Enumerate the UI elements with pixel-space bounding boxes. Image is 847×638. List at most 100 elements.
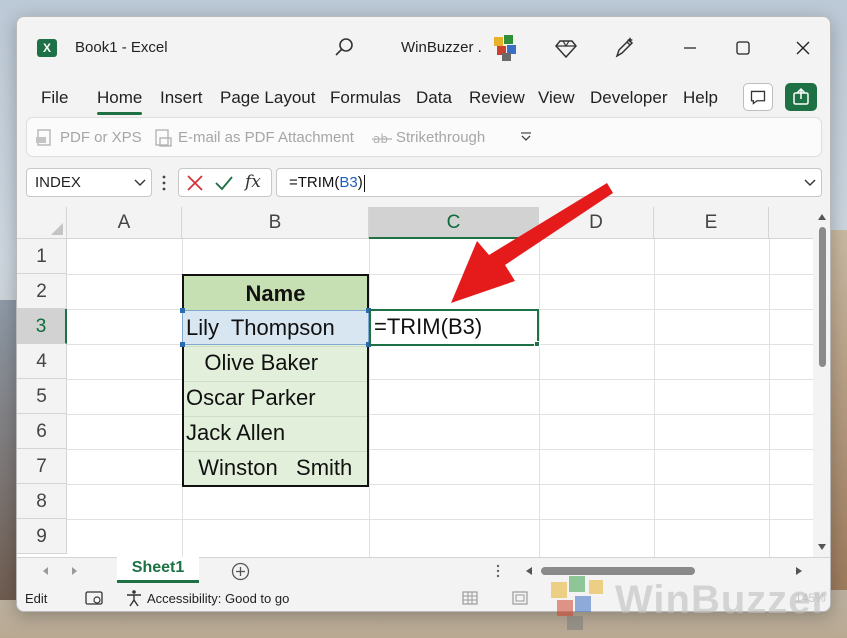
vertical-scrollbar[interactable]	[813, 207, 830, 557]
name-header-cell[interactable]: Name	[184, 276, 367, 311]
cell-b5[interactable]: Oscar Parker	[186, 380, 316, 415]
vertical-scroll-thumb[interactable]	[819, 227, 826, 367]
row-header-4[interactable]: 4	[17, 344, 67, 379]
pdf-icon	[36, 129, 51, 146]
menu-insert[interactable]: Insert	[160, 88, 203, 108]
more-vertical-icon[interactable]	[495, 564, 501, 578]
email-pdf-button[interactable]: E-mail as PDF Attachment	[178, 129, 354, 146]
share-button[interactable]	[785, 83, 817, 111]
account-name[interactable]: WinBuzzer .	[401, 39, 482, 56]
cell-b6[interactable]: Jack Allen	[186, 415, 285, 450]
minimize-button[interactable]	[675, 33, 705, 63]
macro-record-icon[interactable]	[85, 589, 103, 607]
email-pdf-icon	[155, 129, 172, 147]
window-title: Book1 - Excel	[75, 39, 168, 56]
column-header-b[interactable]: B	[182, 207, 369, 239]
close-button[interactable]	[788, 33, 818, 63]
insert-function-button[interactable]: fx	[245, 172, 261, 192]
row-header-5[interactable]: 5	[17, 379, 67, 414]
menu-help[interactable]: Help	[683, 88, 718, 108]
menu-review[interactable]: Review	[469, 88, 525, 108]
chevron-down-icon[interactable]	[133, 177, 147, 189]
formula-function: =TRIM(	[289, 174, 340, 191]
scroll-right-icon[interactable]	[795, 566, 803, 576]
annotation-arrow-icon	[451, 183, 613, 303]
column-header-f[interactable]	[769, 207, 813, 239]
scroll-up-icon[interactable]	[817, 213, 827, 221]
cancel-entry-icon[interactable]	[186, 174, 204, 192]
confirm-entry-icon[interactable]	[214, 174, 234, 192]
search-icon[interactable]	[333, 37, 355, 59]
gridline	[67, 379, 813, 380]
scroll-left-icon[interactable]	[525, 566, 533, 576]
desktop-background-right	[829, 230, 847, 590]
normal-view-icon[interactable]	[461, 589, 479, 607]
row-header-1[interactable]: 1	[17, 239, 67, 274]
strikethrough-icon: ab	[372, 132, 392, 146]
formula-text: =TRIM(B3)	[289, 174, 365, 192]
menu-file[interactable]: File	[41, 88, 68, 108]
cell-b3[interactable]: Lily Thompson	[186, 310, 335, 345]
gridline	[67, 484, 813, 485]
menu-data[interactable]: Data	[416, 88, 452, 108]
pen-icon[interactable]	[613, 36, 635, 60]
row-header-8[interactable]: 8	[17, 484, 67, 519]
excel-logo-icon: X	[37, 39, 57, 57]
pdf-xps-button[interactable]: PDF or XPS	[60, 129, 142, 146]
row-header-6[interactable]: 6	[17, 414, 67, 449]
select-all-triangle-icon	[51, 223, 63, 235]
gridline	[369, 239, 370, 557]
accessibility-icon[interactable]	[125, 589, 143, 607]
formula-actions: fx	[178, 168, 272, 197]
formula-reference: B3	[339, 174, 358, 191]
strikethrough-button[interactable]: Strikethrough	[396, 129, 485, 146]
gridline	[67, 519, 813, 520]
gridline	[654, 239, 655, 557]
next-sheet-icon[interactable]	[69, 566, 79, 576]
row-header-2[interactable]: 2	[17, 274, 67, 309]
previous-sheet-icon[interactable]	[41, 566, 51, 576]
menu-developer[interactable]: Developer	[590, 88, 668, 108]
more-vertical-icon[interactable]	[161, 174, 167, 192]
row-header-9[interactable]: 9	[17, 519, 67, 554]
select-all-button[interactable]	[17, 207, 67, 239]
gridline	[769, 239, 770, 557]
name-box-value: INDEX	[35, 174, 81, 191]
ribbon-more-icon[interactable]	[519, 130, 533, 144]
reference-handle[interactable]	[180, 308, 185, 313]
maximize-button[interactable]	[728, 33, 758, 63]
sheet-tab-sheet1[interactable]: Sheet1	[117, 557, 199, 583]
account-avatar-icon[interactable]	[491, 33, 521, 63]
diamond-icon[interactable]	[555, 37, 577, 59]
winbuzzer-watermark-text: WinBuzzer	[615, 578, 829, 622]
row-header-7[interactable]: 7	[17, 449, 67, 484]
name-box[interactable]: INDEX	[26, 168, 152, 197]
comments-button[interactable]	[743, 83, 773, 111]
gridline	[67, 449, 813, 450]
cell-b7[interactable]: Winston Smith	[186, 450, 352, 485]
cell-b4[interactable]: Olive Baker	[186, 345, 318, 380]
spreadsheet-grid[interactable]: A B C D E 1 2 3 4 5 6 7 8 9 Name Lily Th…	[17, 207, 813, 557]
menu-view[interactable]: View	[538, 88, 575, 108]
fill-handle[interactable]	[534, 341, 540, 347]
column-header-e[interactable]: E	[654, 207, 769, 239]
reference-handle[interactable]	[180, 342, 185, 347]
menu-formulas[interactable]: Formulas	[330, 88, 401, 108]
scroll-down-icon[interactable]	[817, 543, 827, 551]
gridline	[67, 414, 813, 415]
expand-formula-icon[interactable]	[803, 177, 817, 189]
menu-home[interactable]: Home	[97, 88, 143, 115]
formula-close-paren: )	[357, 174, 363, 191]
accessibility-status[interactable]: Accessibility: Good to go	[147, 591, 289, 606]
menu-page-layout[interactable]: Page Layout	[220, 88, 315, 108]
excel-window: X Book1 - Excel WinBuzzer . File Home In…	[16, 16, 831, 612]
row-header-3[interactable]: 3	[17, 309, 67, 344]
title-bar: X Book1 - Excel WinBuzzer .	[17, 17, 830, 77]
menu-bar: File Home Insert Page Layout Formulas Da…	[17, 79, 830, 117]
text-cursor	[363, 174, 365, 192]
desktop-background-left	[0, 300, 16, 600]
add-sheet-icon[interactable]	[231, 562, 250, 581]
page-layout-view-icon[interactable]	[511, 589, 529, 607]
column-header-a[interactable]: A	[67, 207, 182, 239]
winbuzzer-watermark-logo-icon	[551, 576, 603, 630]
